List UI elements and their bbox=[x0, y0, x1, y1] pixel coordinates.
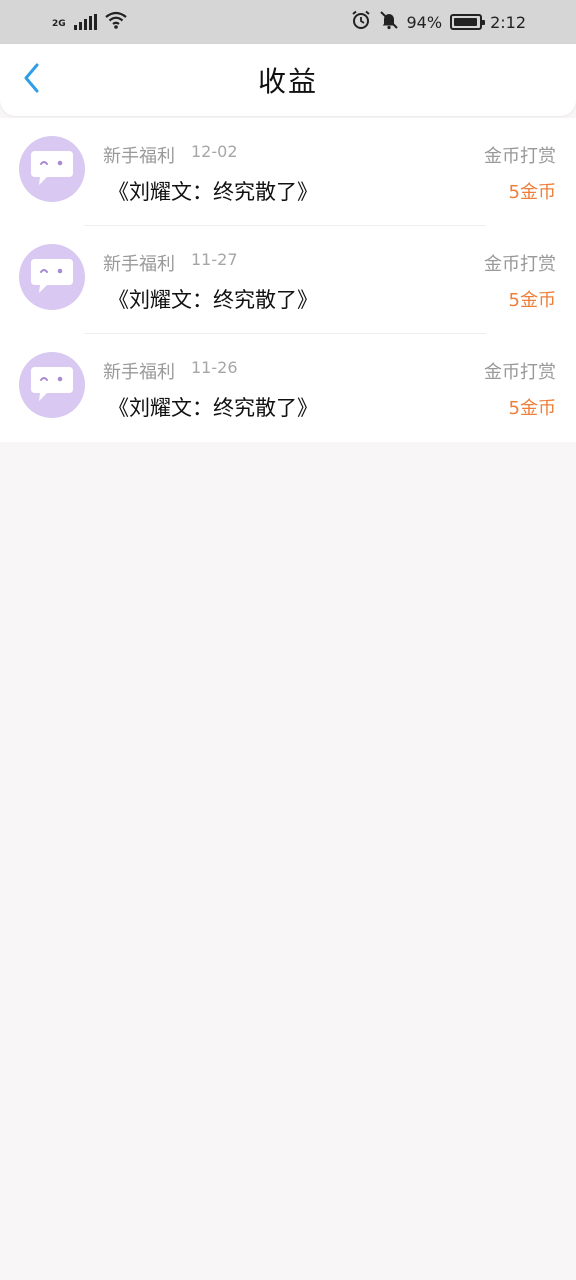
clock-time: 2:12 bbox=[490, 12, 526, 32]
status-left: 2G bbox=[52, 11, 127, 33]
battery-icon bbox=[450, 14, 486, 30]
item-source: 新手福利 bbox=[103, 146, 175, 167]
back-button[interactable] bbox=[14, 62, 50, 98]
item-date: 11-26 bbox=[191, 358, 238, 377]
earnings-list: 新手福利 12-02 《刘耀文：终究散了》 金币打赏 5金币 新手福利 11-2… bbox=[0, 118, 576, 442]
item-source: 新手福利 bbox=[103, 362, 175, 383]
item-meta: 新手福利 11-26 bbox=[103, 358, 238, 384]
avatar bbox=[19, 244, 85, 310]
avatar bbox=[19, 136, 85, 202]
list-item[interactable]: 新手福利 12-02 《刘耀文：终究散了》 金币打赏 5金币 bbox=[0, 118, 576, 226]
list-item[interactable]: 新手福利 11-26 《刘耀文：终究散了》 金币打赏 5金币 bbox=[0, 334, 576, 442]
item-meta: 新手福利 12-02 bbox=[103, 142, 238, 168]
item-book-title: 《刘耀文：终究散了》 bbox=[108, 288, 318, 312]
network-type: 2G bbox=[52, 19, 66, 29]
item-book-title: 《刘耀文：终究散了》 bbox=[108, 180, 318, 204]
header: 收益 bbox=[0, 44, 576, 116]
chat-bubble-face-icon bbox=[29, 255, 75, 299]
status-right: 94% 2:12 bbox=[351, 10, 526, 34]
item-amount: 5金币 bbox=[508, 290, 556, 311]
item-date: 12-02 bbox=[191, 142, 238, 161]
item-date: 11-27 bbox=[191, 250, 238, 269]
wifi-icon bbox=[104, 11, 127, 33]
item-action: 金币打赏 bbox=[484, 254, 556, 275]
item-book-title: 《刘耀文：终究散了》 bbox=[108, 396, 318, 420]
signal-icon bbox=[73, 14, 97, 30]
item-amount: 5金币 bbox=[508, 398, 556, 419]
page-title: 收益 bbox=[257, 65, 318, 98]
mute-bell-icon bbox=[379, 10, 399, 34]
item-action: 金币打赏 bbox=[484, 146, 556, 167]
chat-bubble-face-icon bbox=[29, 147, 75, 191]
chevron-left-icon bbox=[22, 62, 42, 98]
item-meta: 新手福利 11-27 bbox=[103, 250, 238, 276]
item-action: 金币打赏 bbox=[484, 362, 556, 383]
avatar bbox=[19, 352, 85, 418]
chat-bubble-face-icon bbox=[29, 363, 75, 407]
alarm-icon bbox=[351, 10, 371, 34]
item-amount: 5金币 bbox=[508, 182, 556, 203]
battery-percent: 94% bbox=[406, 12, 443, 32]
list-item[interactable]: 新手福利 11-27 《刘耀文：终究散了》 金币打赏 5金币 bbox=[0, 226, 576, 334]
status-bar: 2G 94% 2:12 bbox=[0, 0, 576, 44]
item-source: 新手福利 bbox=[103, 254, 175, 275]
